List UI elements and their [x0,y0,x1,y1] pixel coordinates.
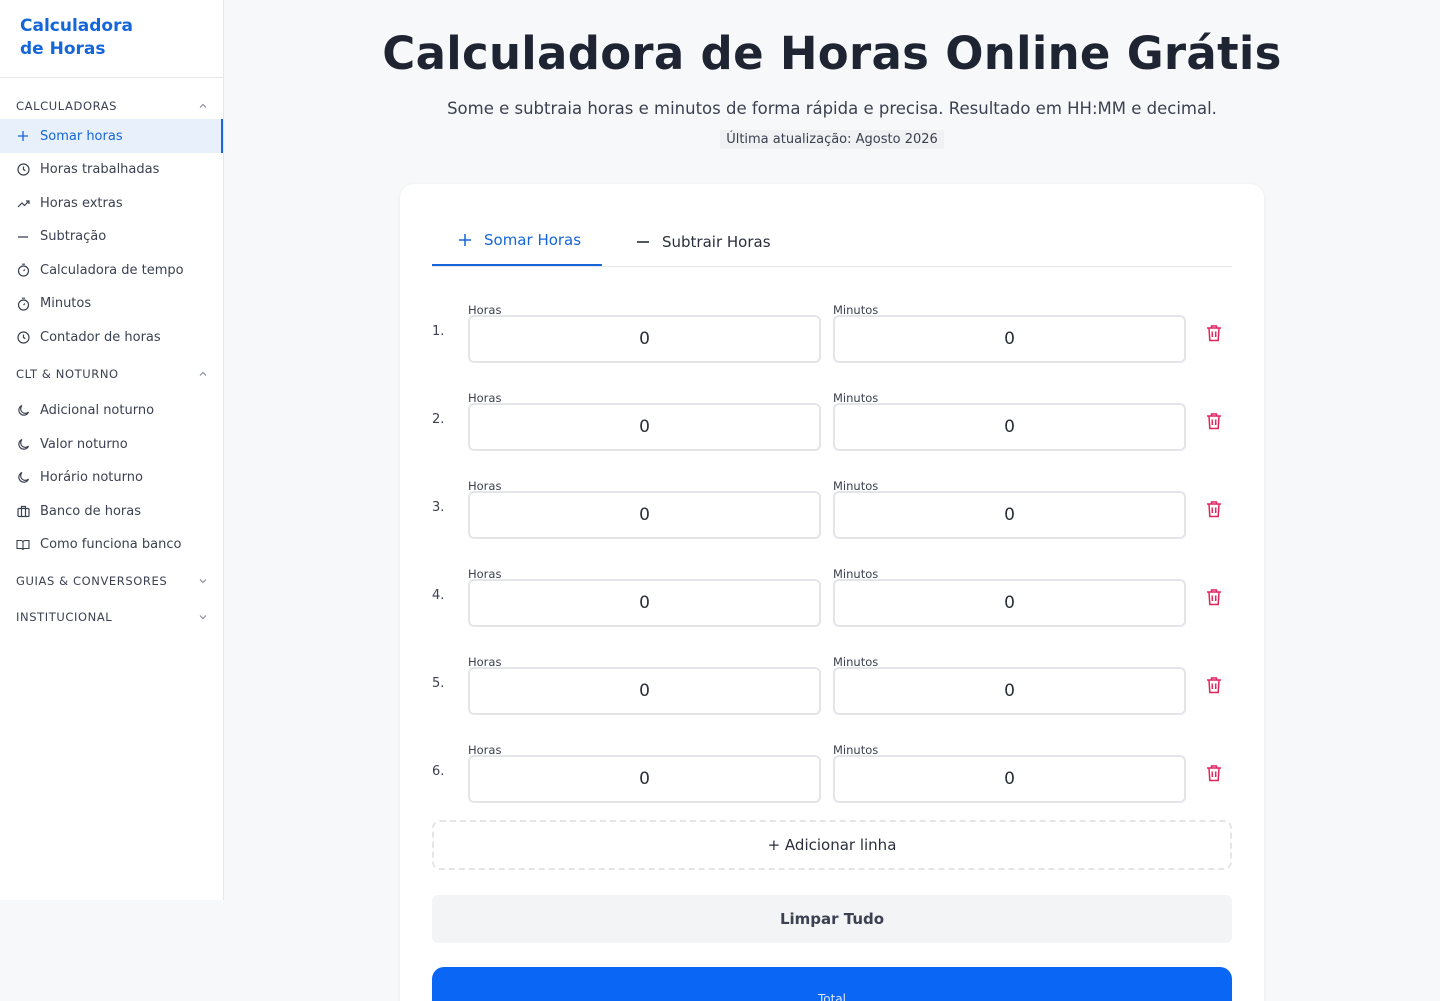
calculator-card: Somar Horas Subtrair Horas 1. Horas Minu… [400,184,1264,1001]
tab-label: Subtrair Horas [662,232,771,251]
brand-line-1: Calculadora [20,16,133,36]
last-updated-text: Última atualização: Agosto 2026 [720,130,944,149]
sidebar-item-horas-extras[interactable]: Horas extras [0,186,223,220]
hours-input[interactable]: 0 [468,667,821,715]
minus-icon [636,235,650,249]
minutes-input[interactable]: 0 [833,491,1186,539]
section-title: CLT & NOTURNO [16,367,119,381]
section-clt-noturno[interactable]: CLT & NOTURNO [0,354,223,394]
hours-input[interactable]: 0 [468,315,821,363]
sidebar-item-label: Calculadora de tempo [40,262,184,278]
briefcase-icon [16,504,30,518]
minutes-input[interactable]: 0 [833,403,1186,451]
sidebar-item-label: Subtração [40,229,107,244]
tab-subtrair-horas[interactable]: Subtrair Horas [636,216,771,267]
hours-input[interactable]: 0 [468,403,821,451]
total-panel: Total [432,967,1232,1001]
chevron-down-icon [199,610,207,624]
sidebar-item-label: Minutos [40,296,92,311]
row-number: 3. [432,500,445,515]
minutes-input[interactable]: 0 [833,755,1186,803]
row-number: 6. [432,764,445,779]
brand-line-2: de Horas [20,39,106,59]
clear-all-button[interactable]: Limpar Tudo [432,895,1232,943]
trash-icon[interactable] [1206,676,1224,694]
section-calculadoras[interactable]: CALCULADORAS [0,95,223,117]
sidebar-item-valor-noturno[interactable]: Valor noturno [0,427,223,461]
time-row: 1. Horas Minutos 0 0 [400,290,1264,378]
trash-icon[interactable] [1206,412,1224,430]
minutes-input[interactable]: 0 [833,579,1186,627]
sidebar-item-label: Adicional noturno [40,403,155,418]
sidebar-item-horas-trabalhadas[interactable]: Horas trabalhadas [0,153,223,186]
minutes-input[interactable]: 0 [833,315,1186,363]
sidebar-item-banco-de-horas[interactable]: Banco de horas [0,494,223,528]
moon-icon [16,471,30,485]
section-title: GUIAS & CONVERSORES [16,573,168,588]
brand-logo[interactable]: Calculadora de Horas [0,0,223,78]
hours-input[interactable]: 0 [468,755,821,803]
sidebar-item-calculadora-de-tempo[interactable]: Calculadora de tempo [0,253,223,287]
section-institucional[interactable]: INSTITUCIONAL [0,600,223,633]
section-title: CALCULADORAS [16,99,118,113]
chevron-up-icon [199,367,207,381]
sidebar-item-label: Horas extras [40,195,123,211]
page-title: Calculadora de Horas Online Grátis [382,27,1282,80]
trash-icon[interactable] [1206,764,1224,782]
time-row: 2. Horas Minutos 0 0 [400,378,1264,466]
trash-icon[interactable] [1206,588,1224,606]
sidebar-item-subtracao[interactable]: Subtração [0,220,223,253]
clock-icon [16,330,30,344]
hours-input[interactable]: 0 [468,491,821,539]
sidebar-item-label: Banco de horas [40,503,142,519]
row-number: 5. [432,676,445,691]
time-row: 4. Horas Minutos 0 0 [400,554,1264,642]
chevron-up-icon [199,99,207,113]
tab-label: Somar Horas [484,231,582,249]
hours-input[interactable]: 0 [468,579,821,627]
time-row: 6. Horas Minutos 0 0 [400,730,1264,818]
sidebar-item-somar-horas[interactable]: Somar horas [0,119,223,153]
time-row: 5. Horas Minutos 0 0 [400,642,1264,730]
trash-icon[interactable] [1206,324,1224,342]
calculator-tabs: Somar Horas Subtrair Horas [432,216,1232,267]
sidebar-item-como-funciona-banco[interactable]: Como funciona banco [0,528,223,561]
trash-icon[interactable] [1206,500,1224,518]
total-label: Total [817,992,847,1001]
sidebar-item-adicional-noturno[interactable]: Adicional noturno [0,394,223,427]
stopwatch-icon [16,297,30,311]
tab-somar-horas[interactable]: Somar Horas [432,216,602,266]
sidebar-item-minutos[interactable]: Minutos [0,287,223,320]
section-guias-conversores[interactable]: GUIAS & CONVERSORES [0,561,223,600]
moon-icon [16,437,30,451]
section-title: INSTITUCIONAL [16,609,113,624]
last-updated: Última atualização: Agosto 2026 [224,130,1440,149]
sidebar: Calculadora de Horas CALCULADORAS Somar … [0,0,224,900]
sidebar-item-horario-noturno[interactable]: Horário noturno [0,461,223,494]
sidebar-item-label: Valor noturno [40,436,128,452]
trending-up-icon [16,196,30,210]
sidebar-item-label: Como funciona banco [40,537,182,552]
plus-icon [458,233,472,247]
time-row: 3. Horas Minutos 0 0 [400,466,1264,554]
page-subtitle: Some e subtraia horas e minutos de forma… [447,99,1217,118]
stopwatch-icon [16,263,30,277]
sidebar-item-label: Horas trabalhadas [40,162,160,177]
add-line-button[interactable]: + Adicionar linha [432,820,1232,870]
row-number: 1. [432,324,445,339]
sidebar-item-label: Horário noturno [40,470,143,485]
sidebar-item-label: Somar horas [40,128,123,144]
sidebar-item-label: Contador de horas [40,329,161,345]
row-number: 4. [432,588,445,603]
row-number: 2. [432,412,445,427]
chevron-down-icon [199,574,207,588]
sidebar-item-contador-de-horas[interactable]: Contador de horas [0,320,223,354]
book-icon [16,538,30,552]
minutes-input[interactable]: 0 [833,667,1186,715]
moon-icon [16,404,30,418]
plus-icon [16,129,30,143]
clock-icon [16,163,30,177]
minus-icon [16,230,30,244]
